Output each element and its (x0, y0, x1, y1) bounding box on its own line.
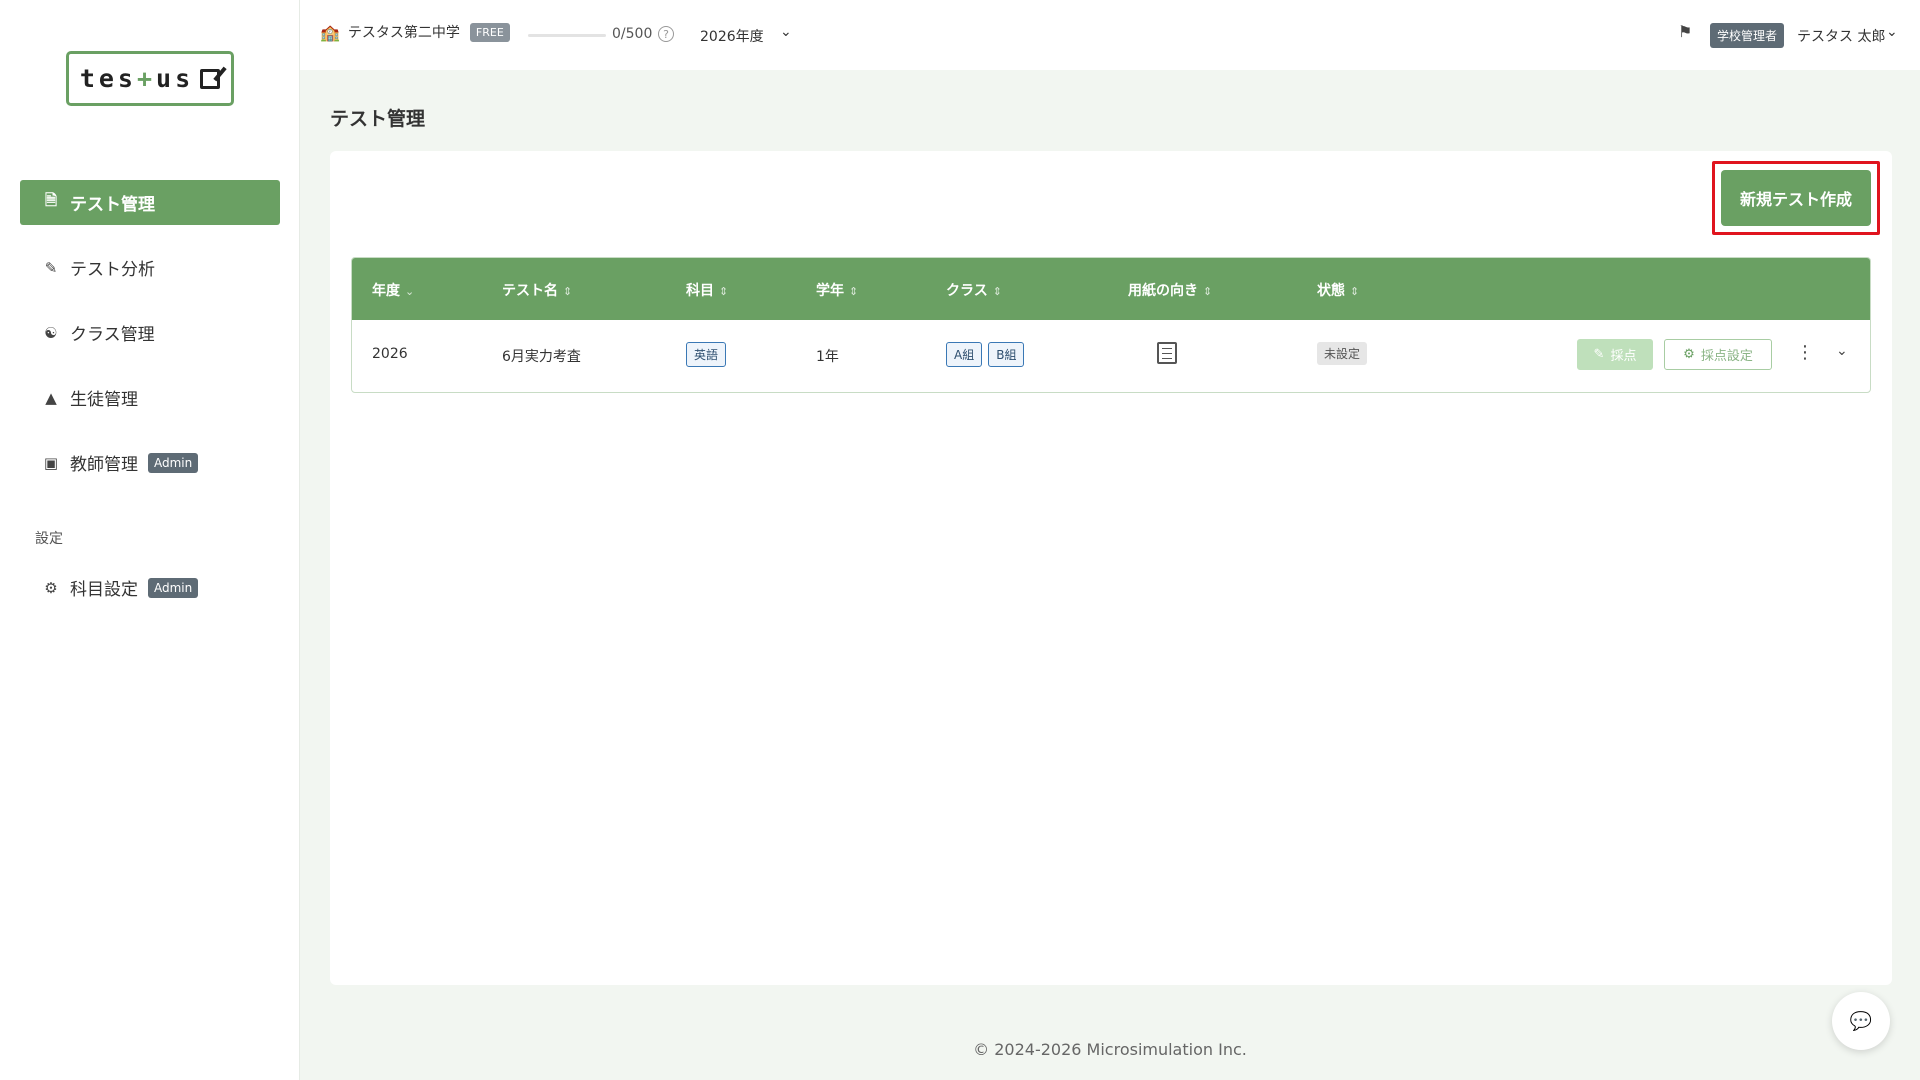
grade-settings-button-label: 採点設定 (1700, 349, 1753, 364)
grade-button-label: 採点 (1610, 349, 1637, 364)
portrait-paper-icon (1157, 342, 1177, 364)
column-header-year[interactable]: 年度 ⌄ (372, 280, 414, 300)
school-icon: 🏫 (320, 22, 340, 42)
sort-icon: ⇕ (1350, 285, 1360, 298)
grade-settings-button[interactable]: ⚙ 採点設定 (1664, 339, 1772, 370)
logo-plus: + (136, 64, 157, 93)
logo-text: tes (79, 64, 137, 93)
sidebar-item-test-management[interactable]: 🗎 テスト管理 (20, 180, 280, 225)
year-select[interactable]: 2026年度 (700, 26, 764, 46)
help-icon[interactable]: ? (658, 26, 674, 42)
chevron-down-icon[interactable]: ⌄ (1886, 24, 1898, 40)
sidebar-item-test-analysis[interactable]: ✎ テスト分析 (20, 245, 280, 290)
logo-text-2: us (156, 64, 195, 93)
cell-classes: A組 B組 (946, 342, 1030, 367)
status-badge: 未設定 (1317, 342, 1368, 365)
column-header-paper-orientation[interactable]: 用紙の向き ⇕ (1128, 280, 1212, 300)
pencil-icon: ✎ (1593, 347, 1605, 362)
sidebar-item-label: 科目設定 (70, 580, 138, 600)
sidebar-item-teacher-management[interactable]: ▣ 教師管理 Admin (20, 440, 280, 485)
footer-copyright: © 2024-2026 Microsimulation Inc. (973, 1040, 1247, 1059)
sort-icon: ⇕ (1203, 285, 1213, 298)
column-header-subject[interactable]: 科目 ⇕ (686, 280, 728, 300)
group-icon: ☯ (44, 323, 58, 342)
sidebar: tes + us 🗎 テスト管理 ✎ テスト分析 ☯ クラス管理 ▲ 生徒管理 ▣ … (0, 0, 300, 1080)
column-header-test-name[interactable]: テスト名 ⇕ (502, 280, 572, 300)
cell-subject: 英語 (686, 342, 732, 367)
sort-down-icon: ⌄ (405, 285, 415, 298)
subject-tag: 英語 (686, 342, 727, 367)
chat-icon: 💬 (1849, 1010, 1873, 1032)
new-test-button[interactable]: 新規テスト作成 (1721, 170, 1871, 226)
gear-icon: ⚙ (1683, 347, 1695, 362)
sidebar-item-subject-settings[interactable]: ⚙ 科目設定 Admin (20, 565, 280, 610)
settings-section-label: 設定 (35, 531, 63, 547)
admin-badge: Admin (148, 452, 199, 473)
usage-count: 0/500 (612, 26, 653, 42)
sort-icon: ⇕ (563, 285, 573, 298)
class-tag: A組 (946, 342, 983, 367)
cell-test-name: 6月実力考査 (502, 349, 581, 365)
sidebar-item-label: 生徒管理 (70, 390, 138, 410)
more-options-icon[interactable]: ⋮ (1796, 342, 1814, 363)
sort-icon: ⇕ (992, 285, 1002, 298)
chevron-down-icon[interactable]: ⌄ (1836, 343, 1848, 359)
usage-progress-bar (528, 34, 606, 37)
sidebar-item-label: 教師管理 (70, 455, 138, 475)
topbar: 🏫 テスタス第二中学 FREE 0/500 ? 2026年度 ⌄ ⚑ 学校管理者… (300, 0, 1920, 70)
teacher-icon: ▣ (43, 453, 59, 472)
user-menu[interactable]: テスタス 太郎 (1797, 26, 1885, 46)
sidebar-item-label: クラス管理 (70, 325, 155, 345)
page-title: テスト管理 (330, 108, 426, 130)
logo[interactable]: tes + us (66, 51, 234, 106)
plan-badge: FREE (469, 22, 510, 42)
flag-icon[interactable]: ⚑ (1678, 22, 1692, 41)
column-header-class[interactable]: クラス ⇕ (946, 280, 1002, 300)
sidebar-item-student-management[interactable]: ▲ 生徒管理 (20, 375, 280, 420)
analysis-icon: ✎ (44, 258, 58, 277)
gear-icon: ⚙ (44, 578, 58, 597)
test-table: 年度 ⌄ テスト名 ⇕ 科目 ⇕ 学年 ⇕ クラス ⇕ 用紙の向き ⇕ 状態 ⇕ 2026 6… (351, 257, 1871, 393)
sidebar-item-label: テスト管理 (70, 195, 155, 215)
table-header: 年度 ⌄ テスト名 ⇕ 科目 ⇕ 学年 ⇕ クラス ⇕ 用紙の向き ⇕ 状態 ⇕ (352, 258, 1870, 320)
column-header-status[interactable]: 状態 ⇕ (1317, 280, 1359, 300)
sidebar-item-class-management[interactable]: ☯ クラス管理 (20, 310, 280, 355)
admin-badge: Admin (148, 577, 199, 598)
sidebar-item-label: テスト分析 (70, 260, 155, 280)
cell-year: 2026 (372, 346, 408, 362)
school-info: 🏫 テスタス第二中学 FREE (320, 22, 510, 42)
sort-icon: ⇕ (719, 285, 729, 298)
document-icon: 🗎 (44, 191, 58, 209)
cell-status: 未設定 (1317, 342, 1368, 365)
chat-support-button[interactable]: 💬 (1832, 992, 1890, 1050)
column-header-grade[interactable]: 学年 ⇕ (816, 280, 858, 300)
logo-edit-icon (200, 68, 221, 89)
role-badge: 学校管理者 (1710, 23, 1785, 48)
chevron-down-icon[interactable]: ⌄ (780, 24, 792, 40)
school-name: テスタス第二中学 (347, 25, 460, 41)
cell-grade: 1年 (816, 349, 839, 365)
class-tag: B組 (988, 342, 1025, 367)
sort-icon: ⇕ (849, 285, 859, 298)
student-icon: ▲ (45, 388, 57, 407)
grade-button[interactable]: ✎ 採点 (1577, 339, 1653, 370)
